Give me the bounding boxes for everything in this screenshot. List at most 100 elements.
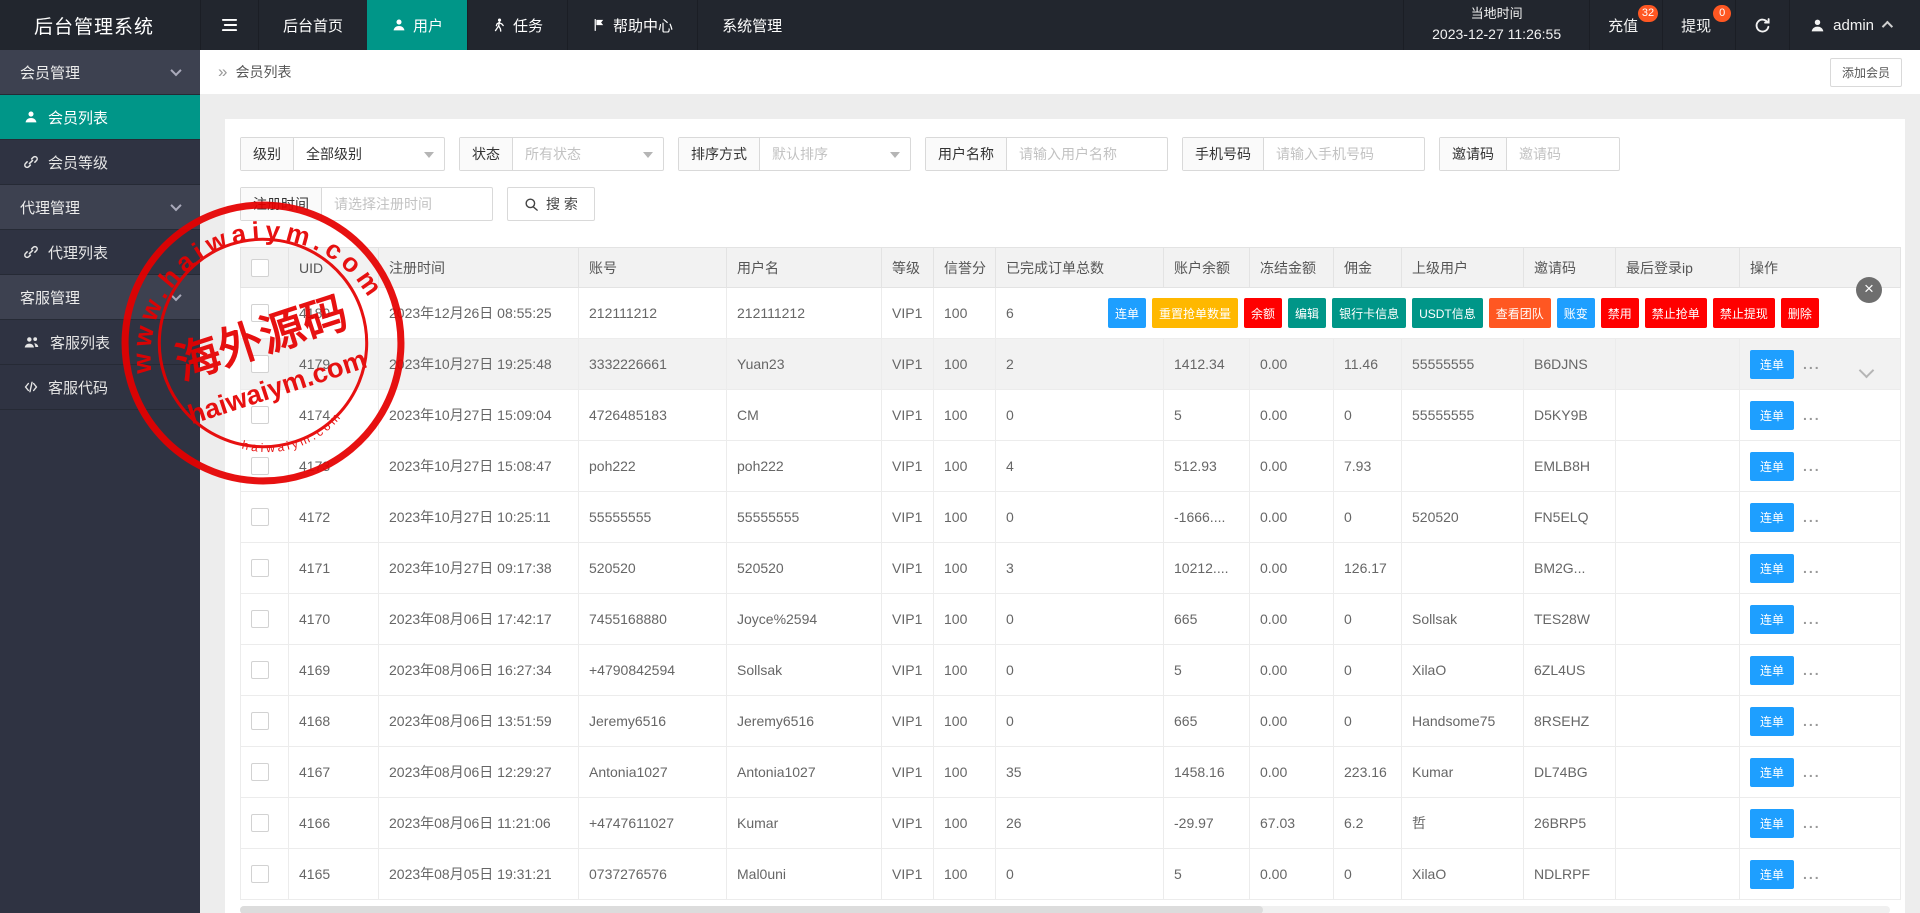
more-actions-button[interactable]: ...	[1803, 560, 1821, 576]
cell-frozen: 0.00	[1249, 593, 1334, 645]
cell-commission: 7.93	[1333, 440, 1402, 492]
chain-order-button[interactable]: 连单	[1750, 400, 1795, 430]
close-icon[interactable]: ×	[1856, 277, 1882, 303]
cell-invite: 8RSEHZ	[1523, 695, 1616, 747]
search-button[interactable]: 搜 索	[507, 187, 595, 221]
link-icon	[24, 245, 38, 259]
sidebar-group-agent[interactable]: 代理管理	[0, 185, 200, 230]
table-row: 4179 2023年10月27日 19:25:48 3332226661 Yuan23…	[240, 338, 1901, 390]
row-checkbox[interactable]	[251, 457, 269, 476]
chain-order-button[interactable]: 连单	[1750, 808, 1795, 838]
filter-input-username[interactable]	[1007, 138, 1167, 170]
sidebar-item-service-list[interactable]: 客服列表	[0, 320, 200, 365]
sidebar-group-service[interactable]: 客服管理	[0, 275, 200, 320]
row-checkbox[interactable]	[251, 763, 269, 782]
popup-action-usdt-info[interactable]: USDT信息	[1412, 298, 1483, 328]
popup-action-ban-grab[interactable]: 禁止抢单	[1644, 298, 1707, 328]
horizontal-scrollbar[interactable]	[240, 906, 1890, 913]
chain-order-button[interactable]: 连单	[1750, 553, 1795, 583]
filter-select-level[interactable]: 全部级别	[294, 138, 444, 170]
select-all-checkbox[interactable]	[251, 258, 269, 277]
refresh-icon	[1754, 17, 1771, 34]
popup-action-edit[interactable]: 编辑	[1288, 298, 1327, 328]
filter-select-sort[interactable]: 默认排序	[760, 138, 910, 170]
user-menu[interactable]: admin	[1789, 0, 1920, 50]
menu-toggle-button[interactable]	[200, 0, 258, 50]
sidebar-group-member[interactable]: 会员管理	[0, 50, 200, 95]
more-actions-button[interactable]: ...	[1803, 356, 1821, 372]
sidebar-item-member-list[interactable]: 会员列表	[0, 95, 200, 140]
popup-action-bank-card-info[interactable]: 银行卡信息	[1332, 298, 1407, 328]
column-header-4: 等级	[881, 247, 934, 288]
row-checkbox[interactable]	[251, 508, 269, 527]
table-row: 4170 2023年08月06日 17:42:17 7455168880 Joyce%…	[240, 593, 1901, 645]
cell-reg: 2023年08月06日 17:42:17	[378, 593, 579, 645]
popup-action-reset-grab-count[interactable]: 重置抢单数量	[1152, 298, 1239, 328]
chain-order-button[interactable]: 连单	[1750, 706, 1795, 736]
sidebar-group-label: 客服管理	[20, 289, 81, 307]
more-actions-button[interactable]: ...	[1803, 509, 1821, 525]
cell-credit: 100	[933, 542, 996, 594]
more-actions-button[interactable]: ...	[1803, 662, 1821, 678]
chain-order-button[interactable]: 连单	[1750, 655, 1795, 685]
sidebar-item-service-code[interactable]: 客服代码	[0, 365, 200, 410]
chain-order-button[interactable]: 连单	[1750, 502, 1795, 532]
cell-parent	[1401, 440, 1524, 492]
chain-order-button[interactable]: 连单	[1750, 757, 1795, 787]
cell-uid: 4170	[288, 593, 379, 645]
popup-action-disable[interactable]: 禁用	[1600, 298, 1639, 328]
row-checkbox[interactable]	[251, 661, 269, 680]
row-checkbox[interactable]	[251, 406, 269, 425]
more-actions-button[interactable]: ...	[1803, 815, 1821, 831]
more-actions-button[interactable]: ...	[1803, 866, 1821, 882]
scrollbar-thumb[interactable]	[240, 906, 1263, 913]
withdraw-button[interactable]: 提现 0	[1662, 0, 1735, 50]
cell-invite: B6DJNS	[1523, 338, 1616, 390]
popup-action-ban-withdraw[interactable]: 禁止提现	[1712, 298, 1775, 328]
popup-action-balance[interactable]: 余额	[1244, 298, 1283, 328]
more-actions-button[interactable]: ...	[1803, 458, 1821, 474]
chain-order-button[interactable]: 连单	[1750, 349, 1795, 379]
chain-order-button[interactable]: 连单	[1750, 859, 1795, 889]
nav-item-tasks[interactable]: 任务	[467, 0, 567, 50]
cell-level: VIP1	[881, 746, 934, 798]
chain-order-button[interactable]: 连单	[1750, 451, 1795, 481]
row-checkbox[interactable]	[251, 304, 269, 323]
popup-action-account-change[interactable]: 账变	[1556, 298, 1595, 328]
popup-action-view-team[interactable]: 查看团队	[1488, 298, 1551, 328]
sidebar-item-agent-list[interactable]: 代理列表	[0, 230, 200, 275]
cell-parent: Kumar	[1401, 746, 1524, 798]
popup-action-delete[interactable]: 删除	[1780, 298, 1819, 328]
recharge-button[interactable]: 充值 32	[1589, 0, 1662, 50]
row-checkbox[interactable]	[251, 865, 269, 884]
cell-username: Yuan23	[726, 338, 882, 390]
filter-input-invite[interactable]	[1507, 138, 1619, 170]
filter-input-regtime[interactable]	[322, 188, 492, 220]
cell-ip	[1615, 797, 1740, 849]
nav-item-home[interactable]: 后台首页	[258, 0, 367, 50]
more-actions-button[interactable]: ...	[1803, 407, 1821, 423]
table-row: 4171 2023年10月27日 09:17:38 520520 520520 VIP1…	[240, 542, 1901, 594]
filter-input-phone[interactable]	[1264, 138, 1424, 170]
nav-item-help[interactable]: 帮助中心	[567, 0, 697, 50]
add-member-button[interactable]: 添加会员	[1829, 57, 1902, 87]
filter-select-status[interactable]: 所有状态	[513, 138, 663, 170]
more-actions-button[interactable]: ...	[1803, 611, 1821, 627]
column-header-12: 最后登录ip	[1615, 247, 1740, 288]
cell-parent: Sollsak	[1401, 593, 1524, 645]
row-checkbox[interactable]	[251, 814, 269, 833]
row-checkbox[interactable]	[251, 610, 269, 629]
nav-item-system[interactable]: 系统管理	[697, 0, 806, 50]
popup-action-chain-order[interactable]: 连单	[1108, 298, 1147, 328]
refresh-button[interactable]	[1735, 0, 1789, 50]
nav-item-users[interactable]: 用户	[367, 0, 468, 50]
row-checkbox[interactable]	[251, 559, 269, 578]
row-checkbox[interactable]	[251, 355, 269, 374]
row-checkbox[interactable]	[251, 712, 269, 731]
sidebar-item-member-level[interactable]: 会员等级	[0, 140, 200, 185]
cell-level: VIP1	[881, 848, 934, 900]
chain-order-button[interactable]: 连单	[1750, 604, 1795, 634]
more-actions-button[interactable]: ...	[1803, 764, 1821, 780]
table-row: 4166 2023年08月06日 11:21:06 +4747611027 Kumar…	[240, 797, 1901, 849]
more-actions-button[interactable]: ...	[1803, 713, 1821, 729]
